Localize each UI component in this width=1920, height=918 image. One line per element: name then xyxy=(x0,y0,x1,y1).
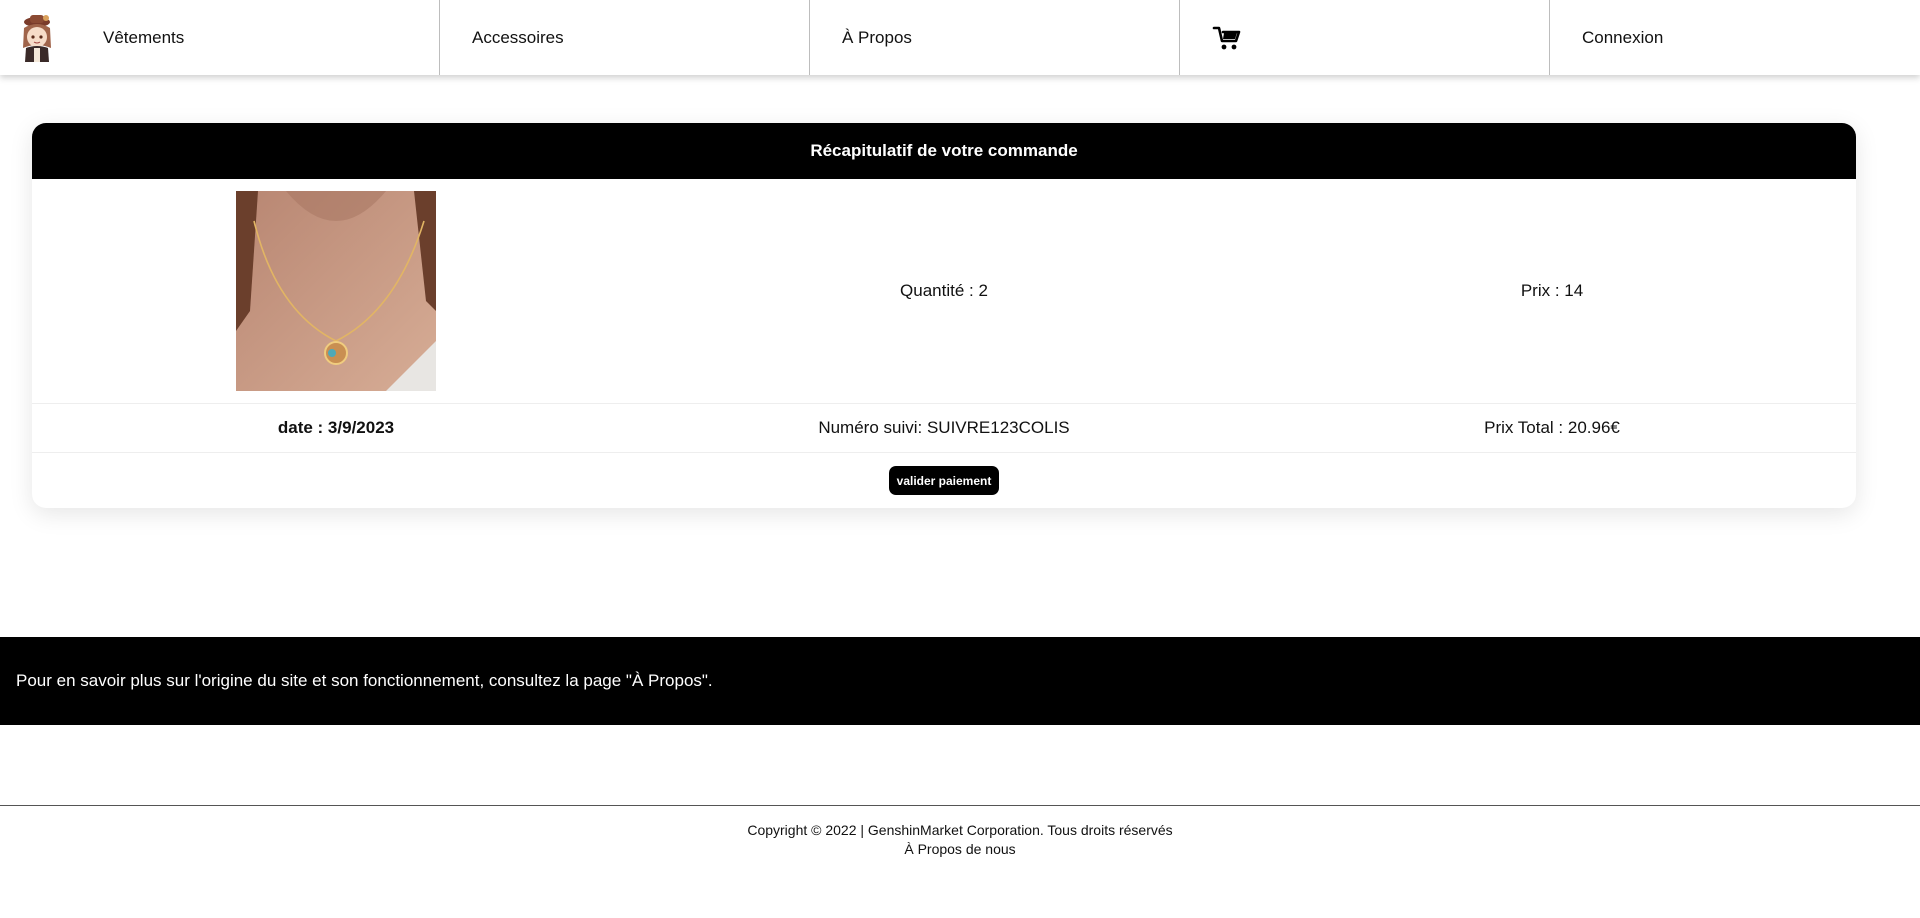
order-total-price: Prix Total : 20.96€ xyxy=(1484,418,1620,437)
product-image xyxy=(236,191,436,391)
validate-payment-button[interactable]: valider paiement xyxy=(888,466,1000,495)
product-image-cell xyxy=(32,191,640,391)
nav-label-accessoires: Accessoires xyxy=(472,27,564,47)
product-quantity: Quantité : 2 xyxy=(900,281,988,300)
about-info-banner: Pour en savoir plus sur l'origine du sit… xyxy=(0,637,1920,725)
top-navbar: Vêtements Accessoires À Propos Connexion xyxy=(0,0,1920,75)
product-price: Prix : 14 xyxy=(1520,281,1584,300)
nav-label-a-propos: À Propos xyxy=(842,27,912,47)
about-us-link[interactable]: À Propos de nous xyxy=(0,840,1920,859)
order-product-row: Quantité : 2 Prix : 14 xyxy=(32,179,1856,404)
order-action-row: valider paiement xyxy=(32,453,1856,508)
nav-item-connexion[interactable]: Connexion xyxy=(1550,0,1920,75)
order-info-row: date : 3/9/2023 Numéro suivi: SUIVRE123C… xyxy=(32,404,1856,453)
shopping-cart-icon xyxy=(1212,26,1241,49)
tracking-number: Numéro suivi: SUIVRE123COLIS xyxy=(818,418,1070,437)
nav-item-cart[interactable] xyxy=(1180,0,1550,75)
footer: Copyright © 2022 | GenshinMarket Corpora… xyxy=(0,821,1920,859)
copyright-text: Copyright © 2022 | GenshinMarket Corpora… xyxy=(747,822,1173,838)
nav-label-connexion: Connexion xyxy=(1582,27,1664,47)
order-summary-title: Récapitulatif de votre commande xyxy=(32,123,1856,179)
nav-label-vetements: Vêtements xyxy=(103,27,185,47)
order-date: date : 3/9/2023 xyxy=(277,418,395,437)
about-info-text: Pour en savoir plus sur l'origine du sit… xyxy=(16,671,713,690)
nav-item-accessoires[interactable]: Accessoires xyxy=(440,0,810,75)
nav-item-a-propos[interactable]: À Propos xyxy=(810,0,1180,75)
necklace-photo-icon xyxy=(236,191,436,391)
chibi-character-logo-icon xyxy=(23,14,51,62)
nav-item-vetements[interactable]: Vêtements xyxy=(0,0,440,75)
site-logo[interactable] xyxy=(18,12,56,64)
footer-divider xyxy=(0,805,1920,806)
order-summary-card: Récapitulatif de votre commande Quantité… xyxy=(32,123,1856,508)
